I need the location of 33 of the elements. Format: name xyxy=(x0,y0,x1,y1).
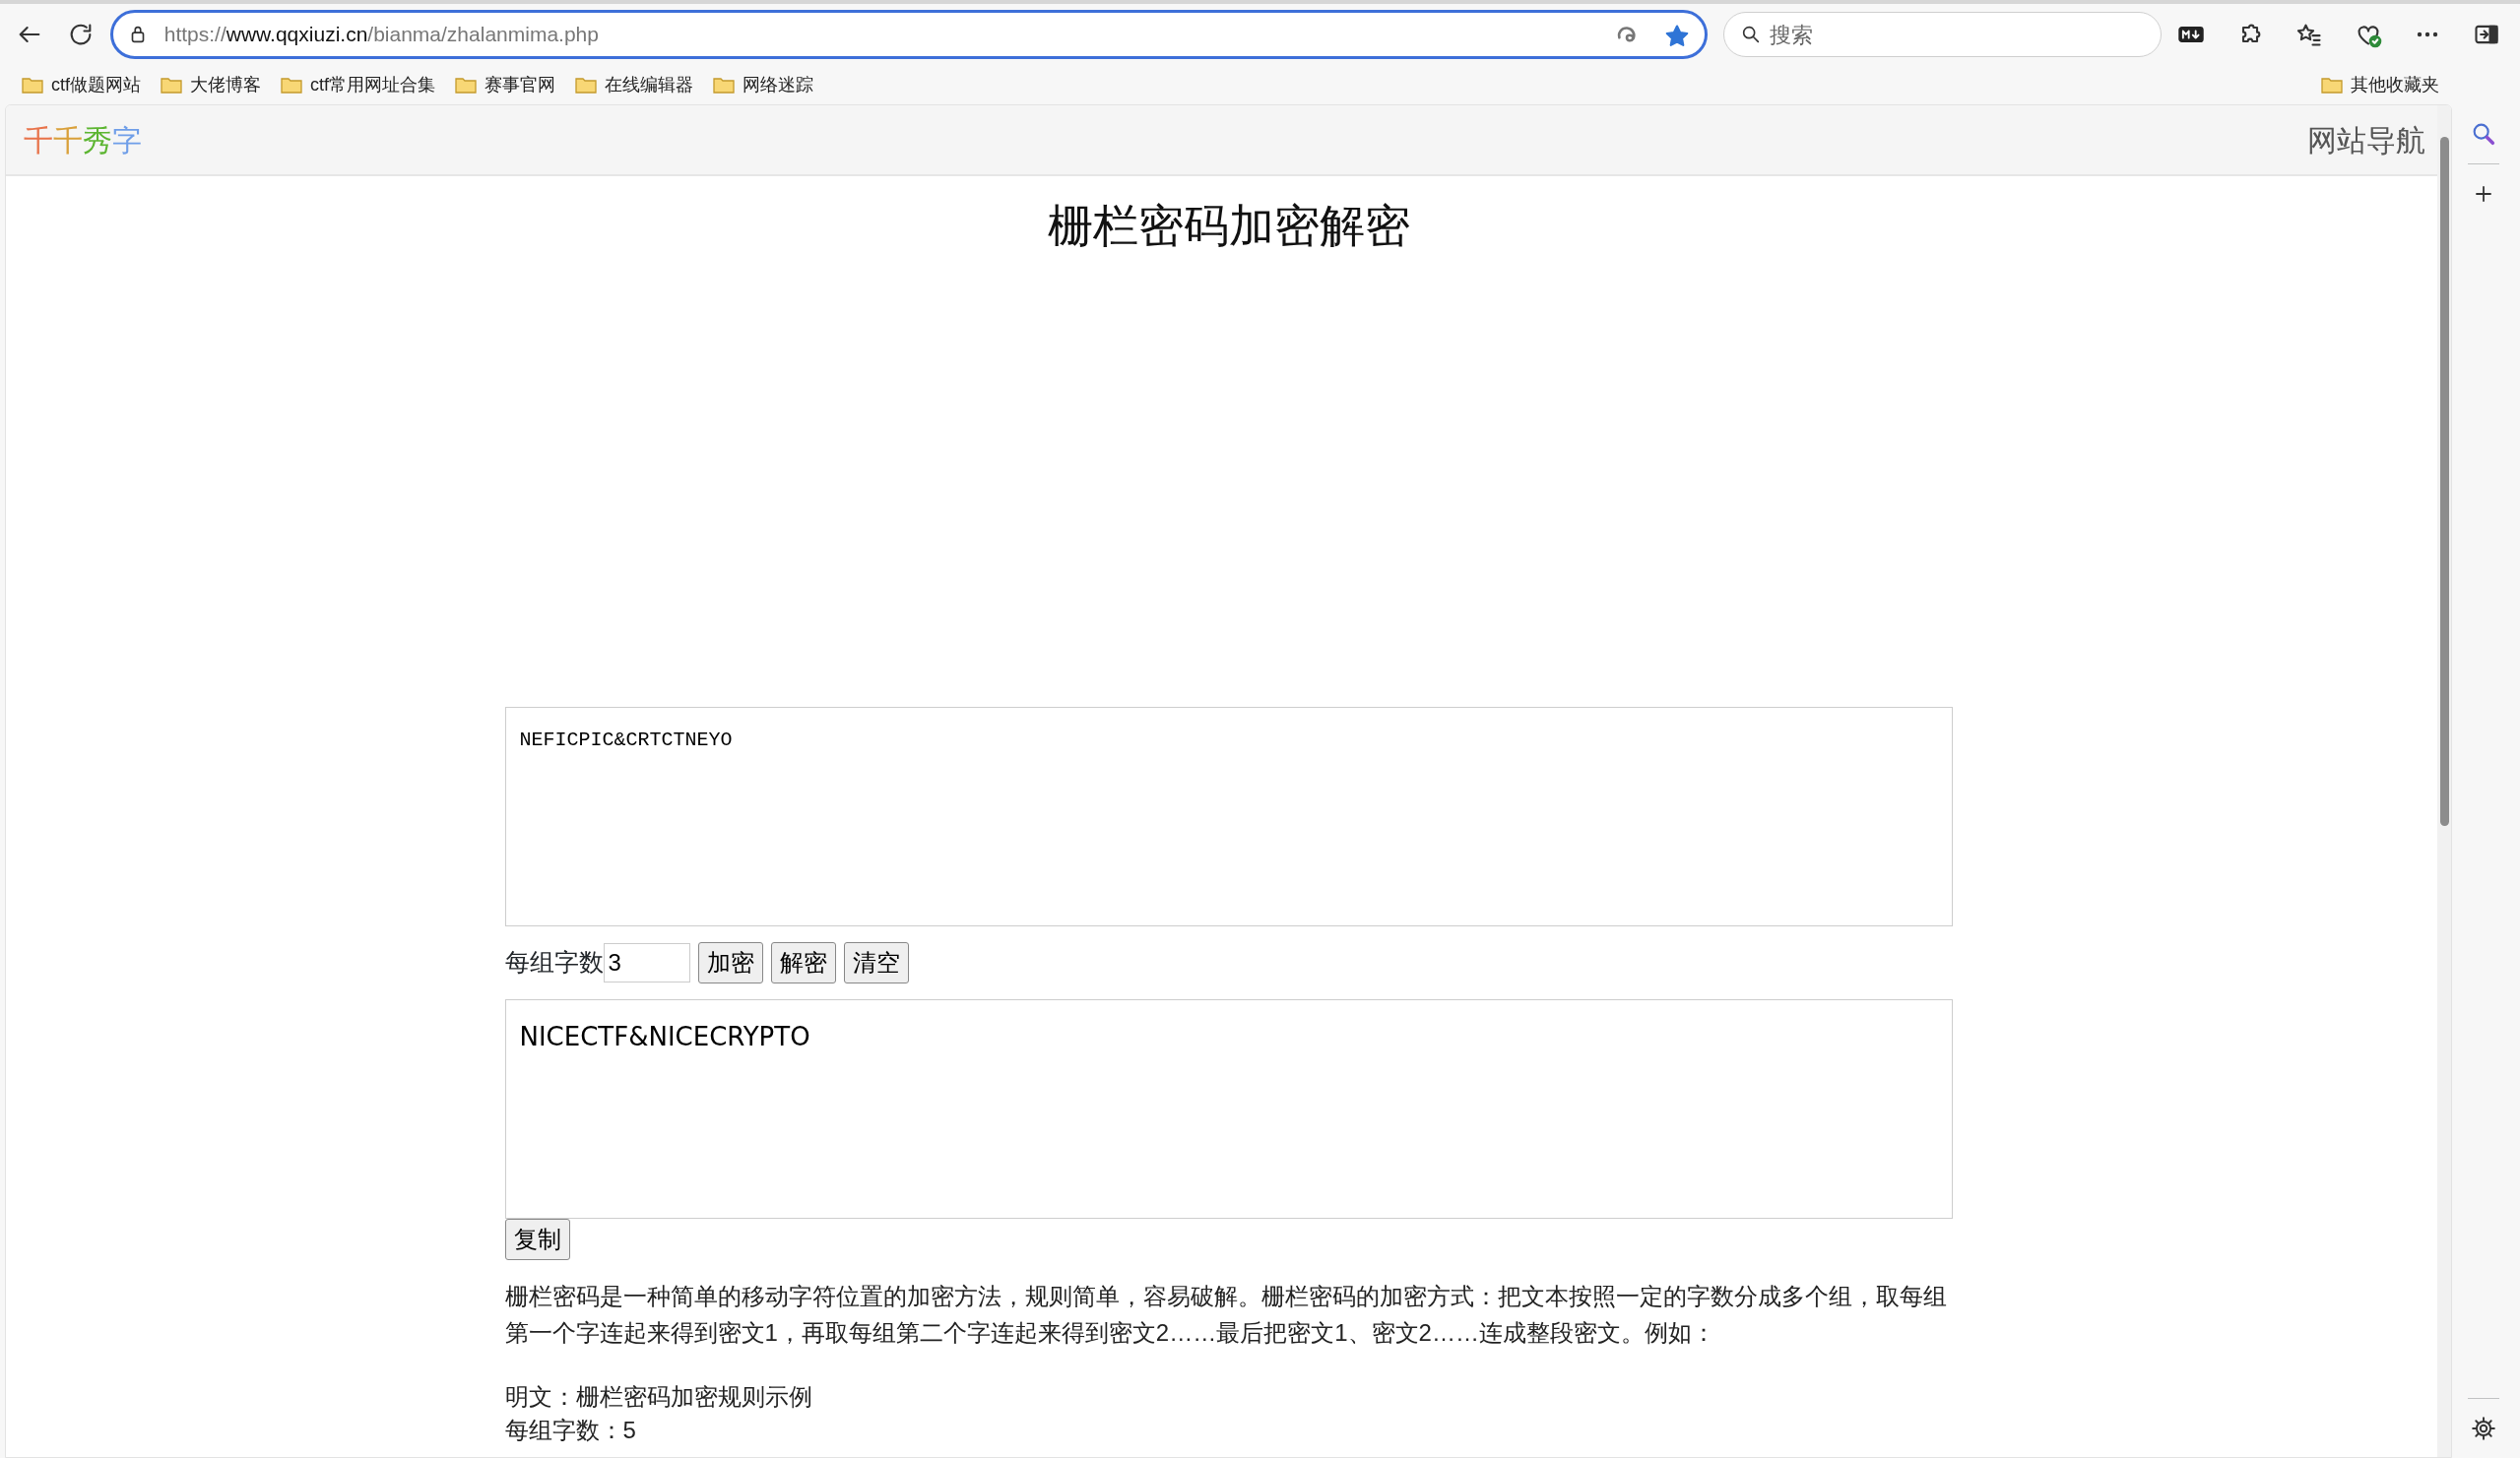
nav-link[interactable]: 网站导航 xyxy=(2307,117,2425,162)
folder-icon xyxy=(281,76,302,94)
action-button[interactable]: 加密 xyxy=(697,942,763,983)
example-text: 明文：栅栏密码加密规则示例 xyxy=(504,1382,813,1412)
scrollbar[interactable] xyxy=(2437,105,2451,1457)
bookmark-item[interactable]: 在线编辑器 xyxy=(569,69,700,100)
group-size-field[interactable]: 3 xyxy=(603,943,690,983)
bookmark-item[interactable]: ctf做题网站 xyxy=(16,69,147,100)
url-field[interactable]: https://www.qqxiuzi.cn/bianma/zhalanmima.php xyxy=(109,10,1709,59)
folder-icon xyxy=(713,76,736,94)
page-title: 栅栏密码加密解密 xyxy=(1046,199,1411,253)
gear-icon xyxy=(2471,1416,2496,1441)
folder-icon xyxy=(575,76,598,94)
folder-icon xyxy=(2321,76,2343,94)
scrollbar-thumb[interactable] xyxy=(2440,137,2449,826)
action-button[interactable]: 清空 xyxy=(843,942,909,983)
action-button[interactable]: 解密 xyxy=(770,942,836,983)
output-textarea[interactable]: NICECTF&NICECRYPTO xyxy=(504,999,1953,1219)
description-text: 栅栏密码是一种简单的移动字符位置的加密方法，规则简单，容易破解。栅栏密码的加密方式：把文本按照一定的字数分成多个组，取每组第一个字连起来得到密文1，再取每组第二个字连起来得到密文2……最后把密文1、密文2……连成整段密文。例如： xyxy=(504,1282,1948,1348)
input-textarea[interactable]: NEFICPIC&CRTCTNEYO xyxy=(504,707,1953,926)
group-size-label: 每组字数 xyxy=(504,947,604,979)
bookmark-item[interactable]: 大佬博客 xyxy=(155,69,267,100)
bookmark-item[interactable]: 网络迷踪 xyxy=(707,69,820,100)
more-dots-icon xyxy=(2417,32,2438,37)
example-text: 每组字数：5 xyxy=(504,1416,637,1445)
search-field[interactable]: 搜索 xyxy=(1723,12,2162,57)
bookmark-item[interactable]: ctf常用网址合集 xyxy=(275,69,442,100)
bookmark-folder[interactable]: 其他收藏夹 xyxy=(2315,69,2445,100)
bookmark-item[interactable]: 赛事官网 xyxy=(449,69,562,100)
folder-icon xyxy=(455,76,478,94)
folder-icon xyxy=(161,76,182,94)
copy-button[interactable]: 复制 xyxy=(504,1219,570,1260)
folder-icon xyxy=(22,76,43,94)
